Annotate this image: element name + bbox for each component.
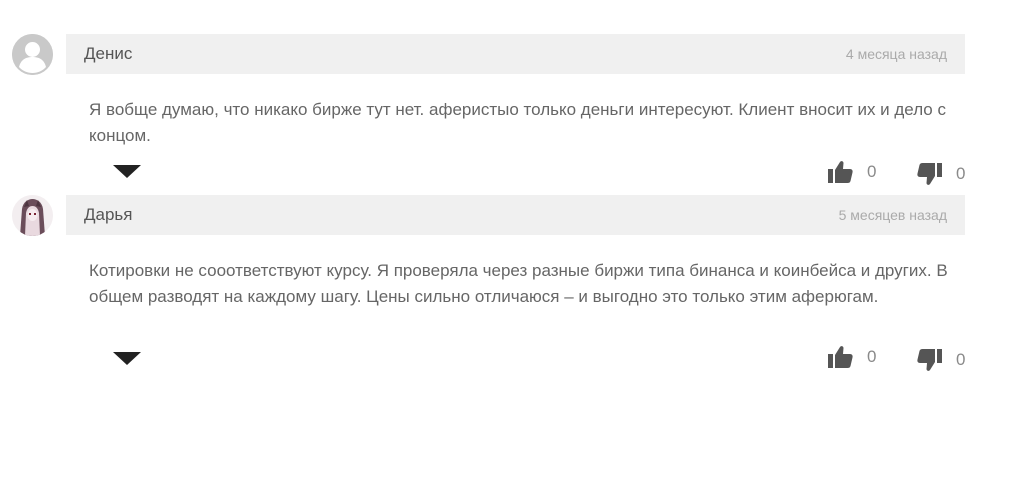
comment-author[interactable]: Дарья — [84, 195, 133, 235]
dislike-button[interactable]: 0 — [917, 348, 965, 372]
dislike-count: 0 — [956, 350, 966, 369]
like-button[interactable]: 0 — [828, 345, 876, 369]
like-count: 0 — [867, 347, 877, 366]
comment-text: Котировки не сооответствуют курсу. Я про… — [89, 261, 948, 306]
thumbs-up-icon — [828, 346, 853, 368]
caret-down-icon — [113, 352, 141, 365]
expand-replies-button[interactable] — [113, 352, 141, 368]
comment-header: Дарья 5 месяцев назад — [66, 195, 965, 235]
user-photo — [12, 195, 53, 236]
comments-section: Денис 4 месяца назад Я вобще думаю, что … — [0, 0, 1024, 488]
comment-date: 5 месяцев назад — [838, 207, 947, 223]
thumbs-down-icon — [917, 349, 942, 371]
comment: Дарья 5 месяцев назад Котировки не сооот… — [0, 0, 1024, 380]
avatar — [12, 195, 53, 236]
